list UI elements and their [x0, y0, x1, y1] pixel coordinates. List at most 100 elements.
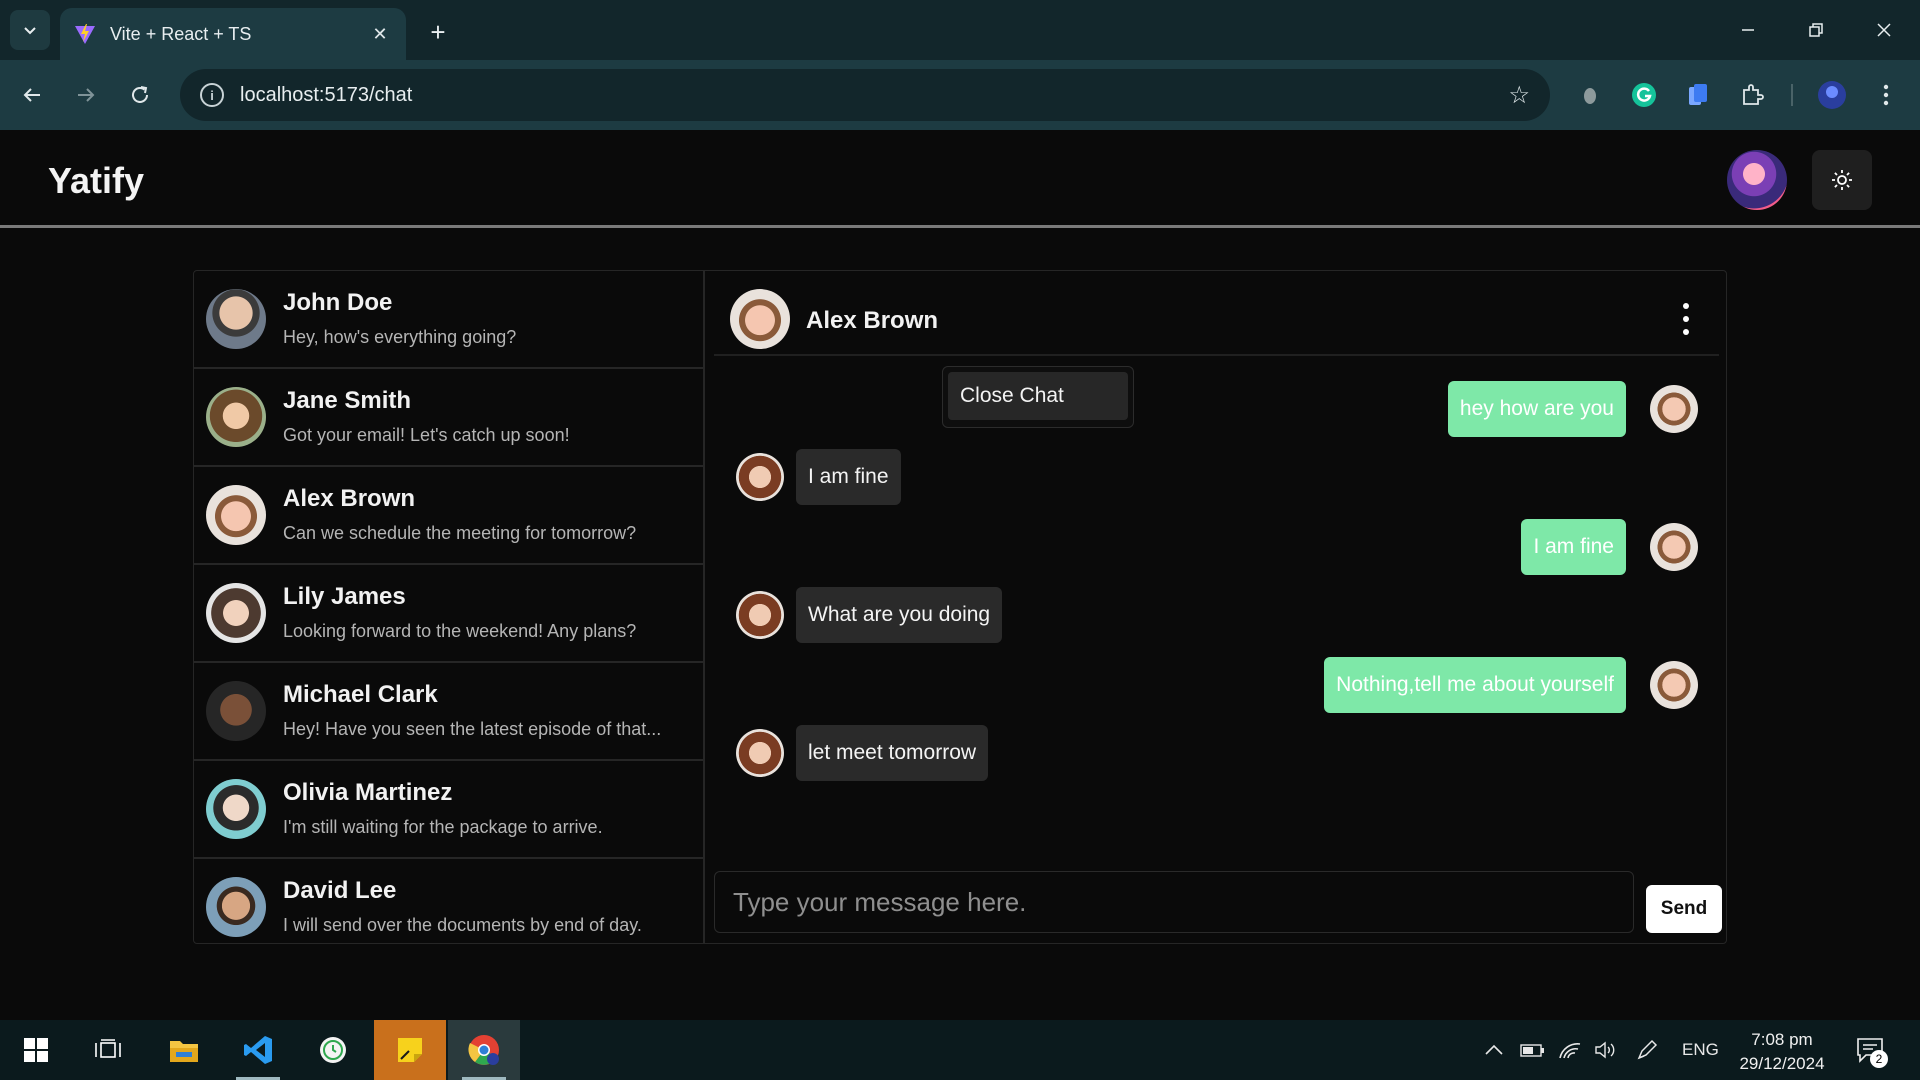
profile-button[interactable]: [1814, 77, 1850, 113]
message-bubble-incoming: let meet tomorrow: [796, 725, 989, 781]
avatar: [206, 877, 266, 937]
theme-toggle-button[interactable]: [1812, 150, 1872, 210]
clock-icon: [320, 1037, 346, 1063]
contact-last-message: Can we schedule the meeting for tomorrow…: [283, 523, 637, 543]
url-text[interactable]: localhost:5173/chat: [240, 84, 1508, 107]
message-bubble-incoming: What are you doing: [796, 587, 1003, 643]
close-window-button[interactable]: [1862, 10, 1906, 50]
task-view-button[interactable]: [72, 1020, 144, 1080]
more-vertical-icon: [1683, 316, 1689, 322]
avatar: [206, 387, 266, 447]
contact-item[interactable]: Jane Smith Got your email! Let's catch u…: [194, 369, 703, 467]
site-info-icon[interactable]: i: [200, 83, 224, 107]
message-input[interactable]: [733, 886, 1615, 918]
arrow-right-icon: [78, 88, 95, 102]
sticky-note-icon: [398, 1038, 422, 1062]
message-bubble-outgoing: Nothing,tell me about yourself: [1324, 657, 1626, 713]
minimize-icon: [1742, 29, 1754, 31]
close-tab-icon[interactable]: ✕: [368, 22, 392, 46]
message-row: I am fine: [706, 449, 1714, 505]
grammarly-icon: [1632, 83, 1656, 107]
avatar: [206, 583, 266, 643]
network-status[interactable]: [1558, 1020, 1582, 1080]
avatar: [1650, 523, 1698, 571]
contact-list: John Doe Hey, how's everything going? Ja…: [194, 271, 705, 943]
browser-tab[interactable]: Vite + React + TS ✕: [60, 8, 406, 60]
message-row: let meet tomorrow: [706, 725, 1714, 781]
avatar: [736, 591, 784, 639]
forward-button[interactable]: [66, 75, 106, 115]
contact-item[interactable]: John Doe Hey, how's everything going?: [194, 271, 703, 369]
reload-icon: [132, 86, 148, 103]
folder-icon: [170, 1041, 198, 1062]
more-vertical-icon: [1883, 84, 1889, 106]
sticky-notes-button[interactable]: [374, 1020, 446, 1080]
start-button[interactable]: [0, 1020, 72, 1080]
contact-last-message: Hey, how's everything going?: [283, 327, 517, 347]
chat-header: Alex Brown: [714, 271, 1719, 356]
contact-item[interactable]: Lily James Looking forward to the weeken…: [194, 565, 703, 663]
docs-extension[interactable]: [1680, 77, 1716, 113]
volume-control[interactable]: [1594, 1020, 1618, 1080]
task-view-icon: [95, 1039, 121, 1058]
vscode-button[interactable]: [222, 1020, 294, 1080]
chrome-button[interactable]: [448, 1020, 520, 1080]
user-avatar[interactable]: [1727, 150, 1787, 210]
file-explorer-button[interactable]: [148, 1020, 220, 1080]
extension-icon[interactable]: [1572, 77, 1608, 113]
clock[interactable]: 7:08 pm 29/12/2024: [1722, 1028, 1842, 1076]
chat-contact-name: Alex Brown: [806, 307, 939, 334]
battery-status[interactable]: [1520, 1020, 1546, 1080]
clock-app-button[interactable]: [297, 1020, 369, 1080]
brand-logo-text[interactable]: Yatify: [48, 160, 144, 202]
chat-panel: Alex Brown Close Chat hey how are you I …: [706, 271, 1726, 943]
message-row: hey how are you: [706, 381, 1714, 437]
avatar: [736, 729, 784, 777]
new-tab-button[interactable]: +: [420, 14, 456, 50]
chevron-down-icon: [24, 27, 36, 35]
message-bubble-outgoing: I am fine: [1521, 519, 1626, 575]
restore-button[interactable]: [1794, 10, 1838, 50]
message-bubble-outgoing: hey how are you: [1447, 381, 1626, 437]
clock-date: 29/12/2024: [1739, 1054, 1825, 1073]
bookmark-star-icon[interactable]: ☆: [1508, 81, 1530, 110]
speaker-icon: [1595, 1041, 1615, 1059]
back-button[interactable]: [12, 75, 52, 115]
vite-logo-icon: [75, 24, 95, 44]
contact-item[interactable]: Alex Brown Can we schedule the meeting f…: [194, 467, 703, 565]
contact-item[interactable]: David Lee I will send over the documents…: [194, 859, 703, 943]
contact-name: David Lee: [283, 877, 397, 904]
contact-item[interactable]: Michael Clark Hey! Have you seen the lat…: [194, 663, 703, 761]
message-row: What are you doing: [706, 587, 1714, 643]
chrome-icon: [468, 1035, 499, 1065]
browser-menu-button[interactable]: [1868, 77, 1904, 113]
avatar: [206, 289, 266, 349]
show-hidden-icons-button[interactable]: [1484, 1020, 1504, 1080]
contact-last-message: I'm still waiting for the package to arr…: [283, 817, 603, 837]
document-icon: [1689, 84, 1707, 105]
more-vertical-icon: [1683, 303, 1689, 309]
message-row: Nothing,tell me about yourself: [706, 657, 1714, 713]
address-bar[interactable]: i localhost:5173/chat ☆: [180, 69, 1550, 121]
avatar: [1650, 385, 1698, 433]
notification-center-button[interactable]: 2: [1852, 1032, 1888, 1068]
windows-logo-icon: [24, 1038, 48, 1062]
reload-button[interactable]: [120, 75, 160, 115]
sun-icon: [1832, 170, 1852, 190]
tab-search-button[interactable]: [10, 10, 50, 50]
send-button[interactable]: Send: [1646, 885, 1722, 933]
minimize-button[interactable]: [1726, 10, 1770, 50]
chat-options-button[interactable]: [1674, 303, 1698, 335]
browser-toolbar: i localhost:5173/chat ☆: [0, 60, 1920, 130]
grammarly-extension[interactable]: [1626, 77, 1662, 113]
contact-name: Jane Smith: [283, 387, 412, 414]
message-composer: [714, 871, 1634, 933]
clock-time: 7:08 pm: [1751, 1030, 1813, 1049]
contact-item[interactable]: Olivia Martinez I'm still waiting for th…: [194, 761, 703, 859]
language-indicator[interactable]: ENG: [1682, 1020, 1719, 1080]
extension-dot-icon: [1584, 88, 1596, 104]
chat-container: John Doe Hey, how's everything going? Ja…: [193, 270, 1727, 944]
extensions-button[interactable]: [1734, 77, 1770, 113]
contact-name: Alex Brown: [283, 485, 416, 512]
pen-menu[interactable]: [1636, 1020, 1658, 1080]
